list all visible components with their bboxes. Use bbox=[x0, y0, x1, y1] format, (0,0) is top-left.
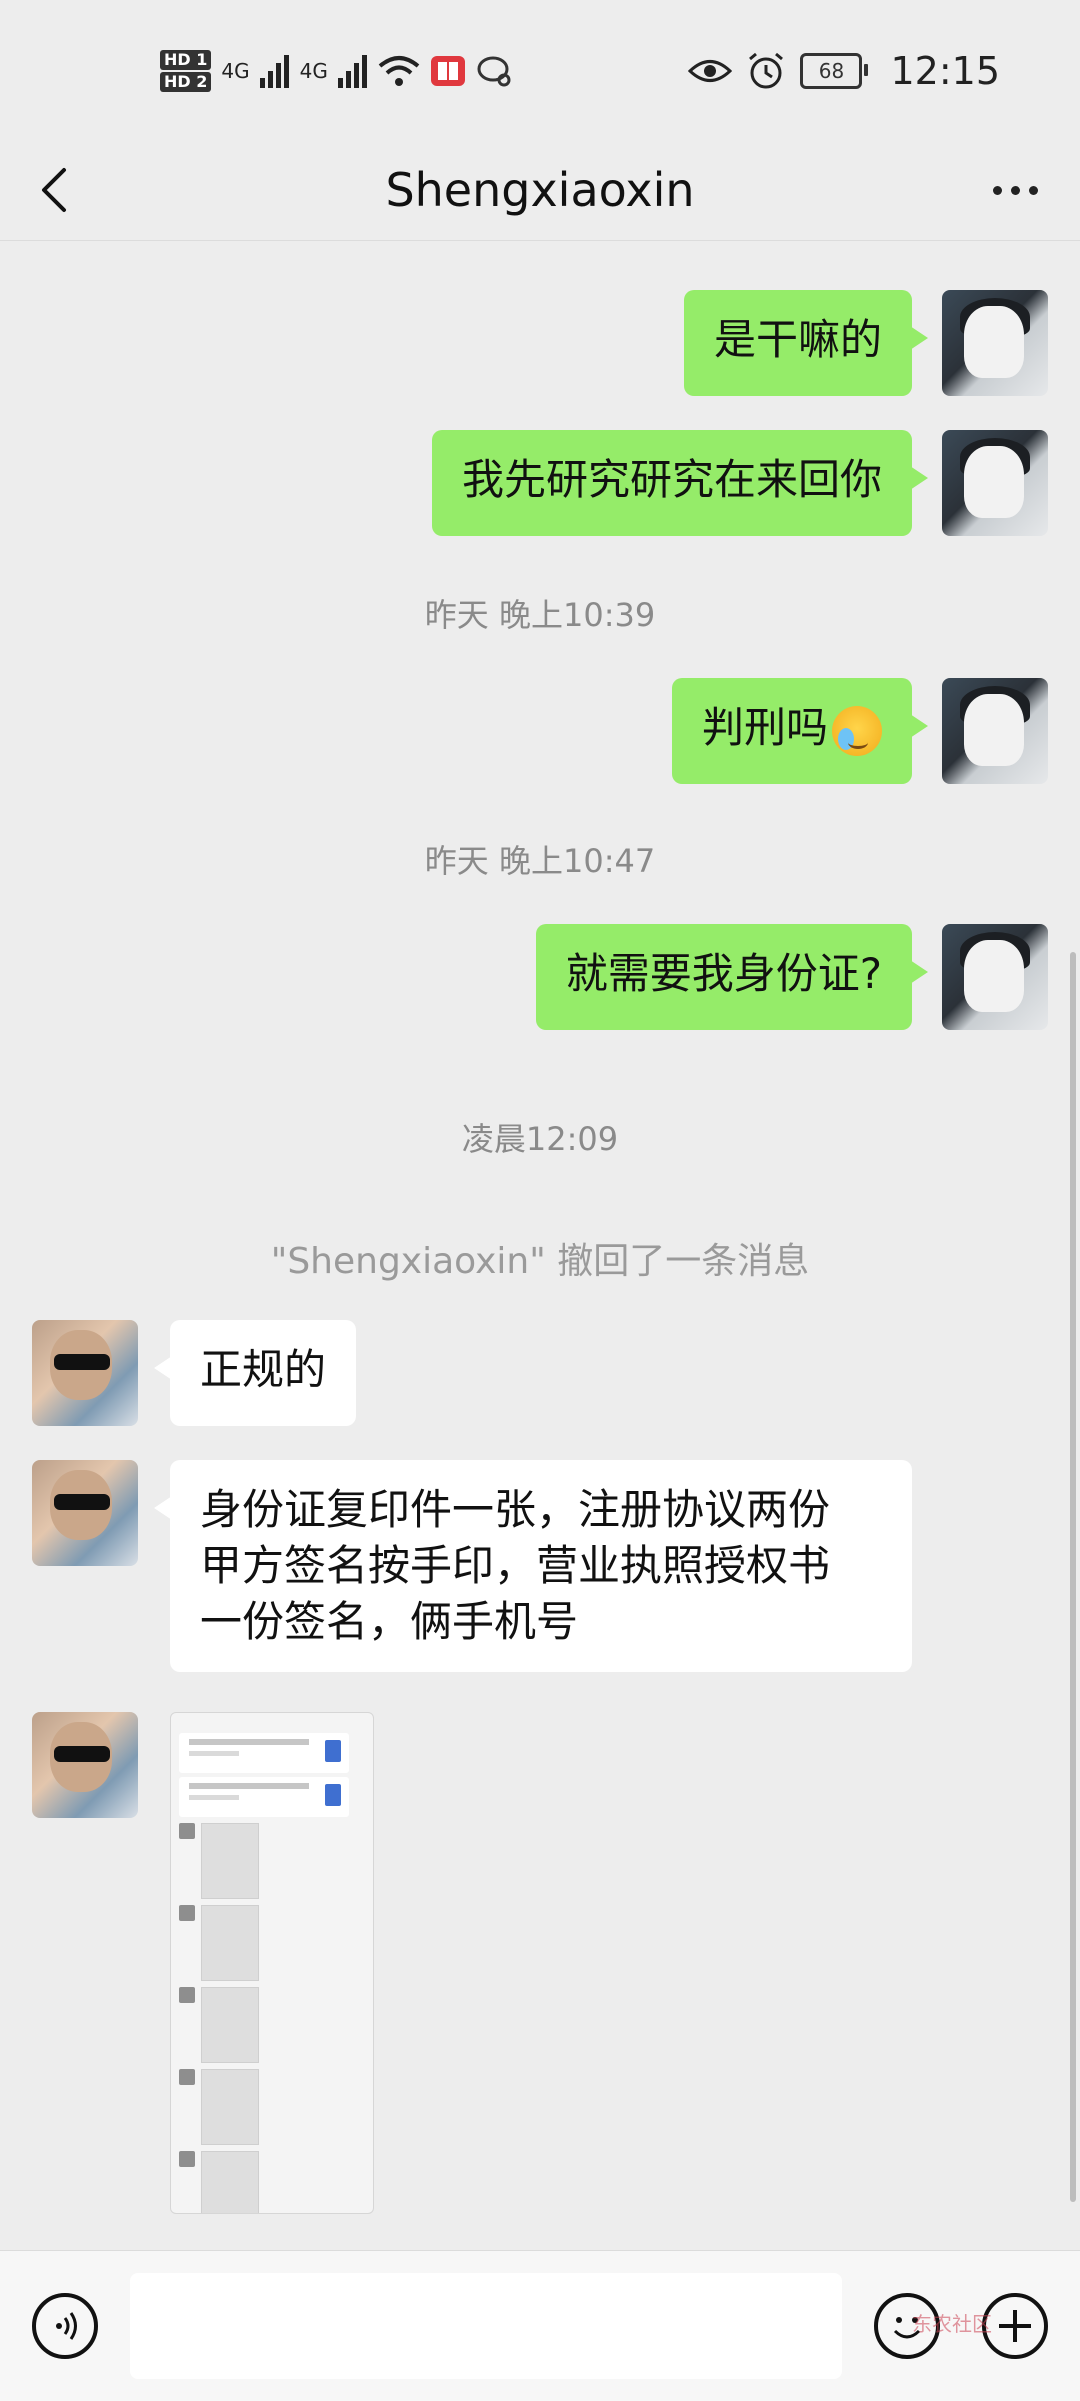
sent-message-bubble[interactable]: 是干嘛的 bbox=[683, 290, 929, 396]
recall-notice: "Shengxiaoxin" 撤回了一条消息 bbox=[270, 1241, 810, 1282]
sent-message-bubble[interactable]: 就需要我身份证? bbox=[535, 924, 929, 1030]
message-text: 我先研究研究在来回你 bbox=[461, 455, 882, 504]
word-file-icon bbox=[325, 1784, 341, 1806]
document-photo-thumb bbox=[201, 1905, 259, 1981]
file-attachment-thumb bbox=[179, 1777, 349, 1817]
more-dot-icon bbox=[1028, 185, 1038, 195]
chat-app-icon bbox=[477, 56, 511, 87]
message-text-line: 一份签名，俩手机号 bbox=[200, 1597, 579, 1646]
status-left: HD 1 HD 2 4G 4G bbox=[160, 36, 514, 106]
document-photo-thumb bbox=[201, 2069, 259, 2145]
document-photo-thumb bbox=[201, 2151, 259, 2213]
received-message-bubble[interactable]: 身份证复印件一张，注册协议两份 甲方签名按手印，营业执照授权书 一份签名，俩手机… bbox=[154, 1460, 912, 1672]
avatar-glasses bbox=[54, 1354, 110, 1370]
book-app-icon bbox=[430, 56, 465, 86]
hd2-label: HD 2 bbox=[160, 72, 212, 92]
avatar-glasses bbox=[54, 1746, 110, 1762]
hd-indicator: HD 1 HD 2 bbox=[160, 50, 212, 92]
wifi-icon bbox=[378, 56, 420, 86]
avatar-face bbox=[964, 694, 1024, 766]
sent-message-bubble[interactable]: 判刑吗 bbox=[671, 678, 929, 784]
file-name-placeholder bbox=[189, 1739, 309, 1745]
message-text: 就需要我身份证? bbox=[565, 949, 882, 998]
network-label-1: 4G bbox=[221, 59, 250, 83]
file-size-placeholder bbox=[189, 1795, 239, 1800]
status-bar: HD 1 HD 2 4G 4G 68 12:15 bbox=[0, 0, 1080, 140]
plus-icon bbox=[999, 2310, 1031, 2342]
voice-icon bbox=[56, 2312, 77, 2340]
contact-avatar[interactable] bbox=[32, 1320, 138, 1426]
network-label-2: 4G bbox=[299, 59, 328, 83]
my-avatar[interactable] bbox=[942, 430, 1048, 536]
mini-avatar bbox=[179, 2069, 195, 2085]
avatar-face bbox=[964, 940, 1024, 1012]
signal-icon bbox=[259, 55, 289, 88]
mini-avatar bbox=[179, 2151, 195, 2167]
battery-indicator: 68 bbox=[800, 53, 869, 89]
document-photo-thumb bbox=[201, 1823, 259, 1899]
document-photo-thumb bbox=[201, 1987, 259, 2063]
message-timestamp: 昨天 晚上10:47 bbox=[424, 842, 656, 880]
contact-avatar[interactable] bbox=[32, 1460, 138, 1566]
more-dot-icon bbox=[992, 185, 1002, 195]
my-avatar[interactable] bbox=[942, 678, 1048, 784]
avatar-glasses bbox=[54, 1494, 110, 1510]
screenshot-image-message[interactable] bbox=[170, 1712, 374, 2214]
mini-avatar bbox=[179, 1905, 195, 1921]
avatar-face bbox=[964, 446, 1024, 518]
watermark-text: 东农社区 bbox=[912, 2312, 992, 2336]
crying-laughing-emoji-icon bbox=[832, 705, 882, 756]
received-message-bubble[interactable]: 正规的 bbox=[153, 1320, 357, 1426]
mini-avatar bbox=[179, 1823, 195, 1839]
more-dot-icon bbox=[1010, 185, 1020, 195]
message-text: 判刑吗 bbox=[701, 703, 828, 752]
voice-input-button[interactable] bbox=[32, 2293, 98, 2359]
mini-avatar bbox=[179, 1987, 195, 2003]
signal-icon-2 bbox=[337, 55, 367, 88]
eye-icon bbox=[688, 60, 733, 82]
hd1-label: HD 1 bbox=[160, 50, 212, 70]
chat-header: Shengxiaoxin bbox=[0, 140, 1080, 241]
status-right: 68 12:15 bbox=[688, 36, 1000, 106]
message-text-line: 甲方签名按手印，营业执照授权书 bbox=[200, 1541, 831, 1590]
message-timestamp: 昨天 晚上10:39 bbox=[424, 596, 656, 634]
avatar-face bbox=[964, 306, 1024, 378]
message-list[interactable]: 是干嘛的 我先研究研究在来回你 昨天 晚上10:39 判刑吗 昨天 晚上10:4… bbox=[0, 242, 1080, 2248]
my-avatar[interactable] bbox=[942, 924, 1048, 1030]
file-size-placeholder bbox=[189, 1751, 239, 1756]
file-attachment-thumb bbox=[179, 1733, 349, 1773]
message-text-line: 身份证复印件一张，注册协议两份 bbox=[200, 1485, 831, 1534]
message-input[interactable] bbox=[130, 2273, 842, 2379]
sent-message-bubble[interactable]: 我先研究研究在来回你 bbox=[431, 430, 929, 536]
message-timestamp: 凌晨12:09 bbox=[461, 1120, 619, 1158]
file-name-placeholder bbox=[189, 1783, 309, 1789]
my-avatar[interactable] bbox=[942, 290, 1048, 396]
clock: 12:15 bbox=[890, 49, 1000, 93]
message-text: 是干嘛的 bbox=[713, 315, 882, 364]
more-options-button[interactable] bbox=[980, 160, 1050, 220]
contact-avatar[interactable] bbox=[32, 1712, 138, 1818]
word-file-icon bbox=[325, 1740, 341, 1762]
scrollbar[interactable] bbox=[1070, 952, 1076, 2202]
message-text: 正规的 bbox=[200, 1345, 327, 1394]
chat-title: Shengxiaoxin bbox=[385, 163, 695, 217]
alarm-icon bbox=[749, 52, 784, 89]
